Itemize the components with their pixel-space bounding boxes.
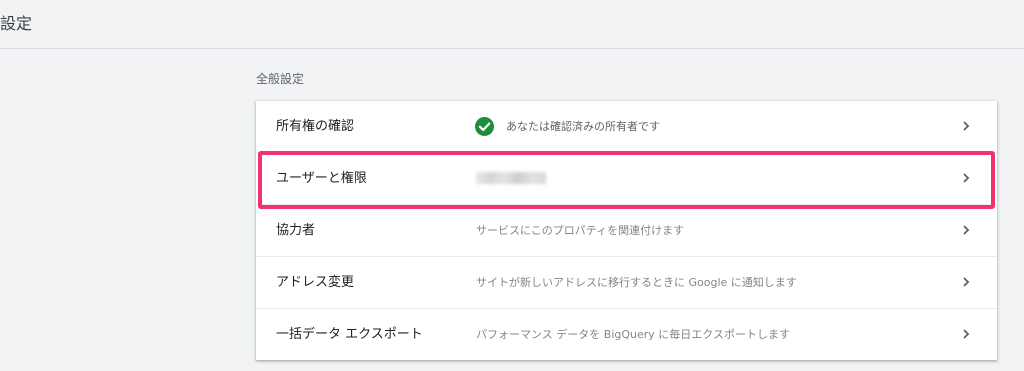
row-label: 協力者 (276, 223, 316, 238)
row-label: ユーザーと権限 (276, 171, 367, 186)
row-ownership-verification[interactable]: 所有権の確認 あなたは確認済みの所有者です (256, 101, 997, 153)
row-description: サービスにこのプロパティを関連付けます (476, 224, 685, 237)
chevron-right-icon (963, 225, 970, 235)
row-label: アドレス変更 (276, 275, 355, 290)
row-users-and-permissions[interactable]: ユーザーと権限 (256, 153, 997, 205)
row-description: パフォーマンス データを BigQuery に毎日エクスポートします (476, 328, 790, 341)
row-change-of-address[interactable]: アドレス変更 サイトが新しいアドレスに移行するときに Google に通知します (256, 257, 997, 309)
row-label: 所有権の確認 (276, 119, 355, 134)
chevron-right-icon (963, 121, 970, 131)
check-circle-icon (475, 117, 494, 136)
chevron-right-icon (963, 277, 970, 287)
page-header: 設定 (0, 0, 1024, 49)
row-description: サイトが新しいアドレスに移行するときに Google に通知します (476, 276, 797, 289)
row-associates[interactable]: 協力者 サービスにこのプロパティを関連付けます (256, 205, 997, 257)
section-title: 全般設定 (256, 72, 305, 86)
row-bulk-data-export[interactable]: 一括データ エクスポート パフォーマンス データを BigQuery に毎日エク… (256, 309, 997, 360)
settings-card: 所有権の確認 あなたは確認済みの所有者です ユーザーと権限 協力者 サービスにこ… (256, 101, 997, 360)
row-label: 一括データ エクスポート (276, 327, 423, 342)
page-title: 設定 (0, 14, 33, 33)
chevron-right-icon (963, 329, 970, 339)
chevron-right-icon (963, 173, 970, 183)
blurred-user-info (476, 172, 546, 184)
row-description: あなたは確認済みの所有者です (506, 120, 660, 133)
